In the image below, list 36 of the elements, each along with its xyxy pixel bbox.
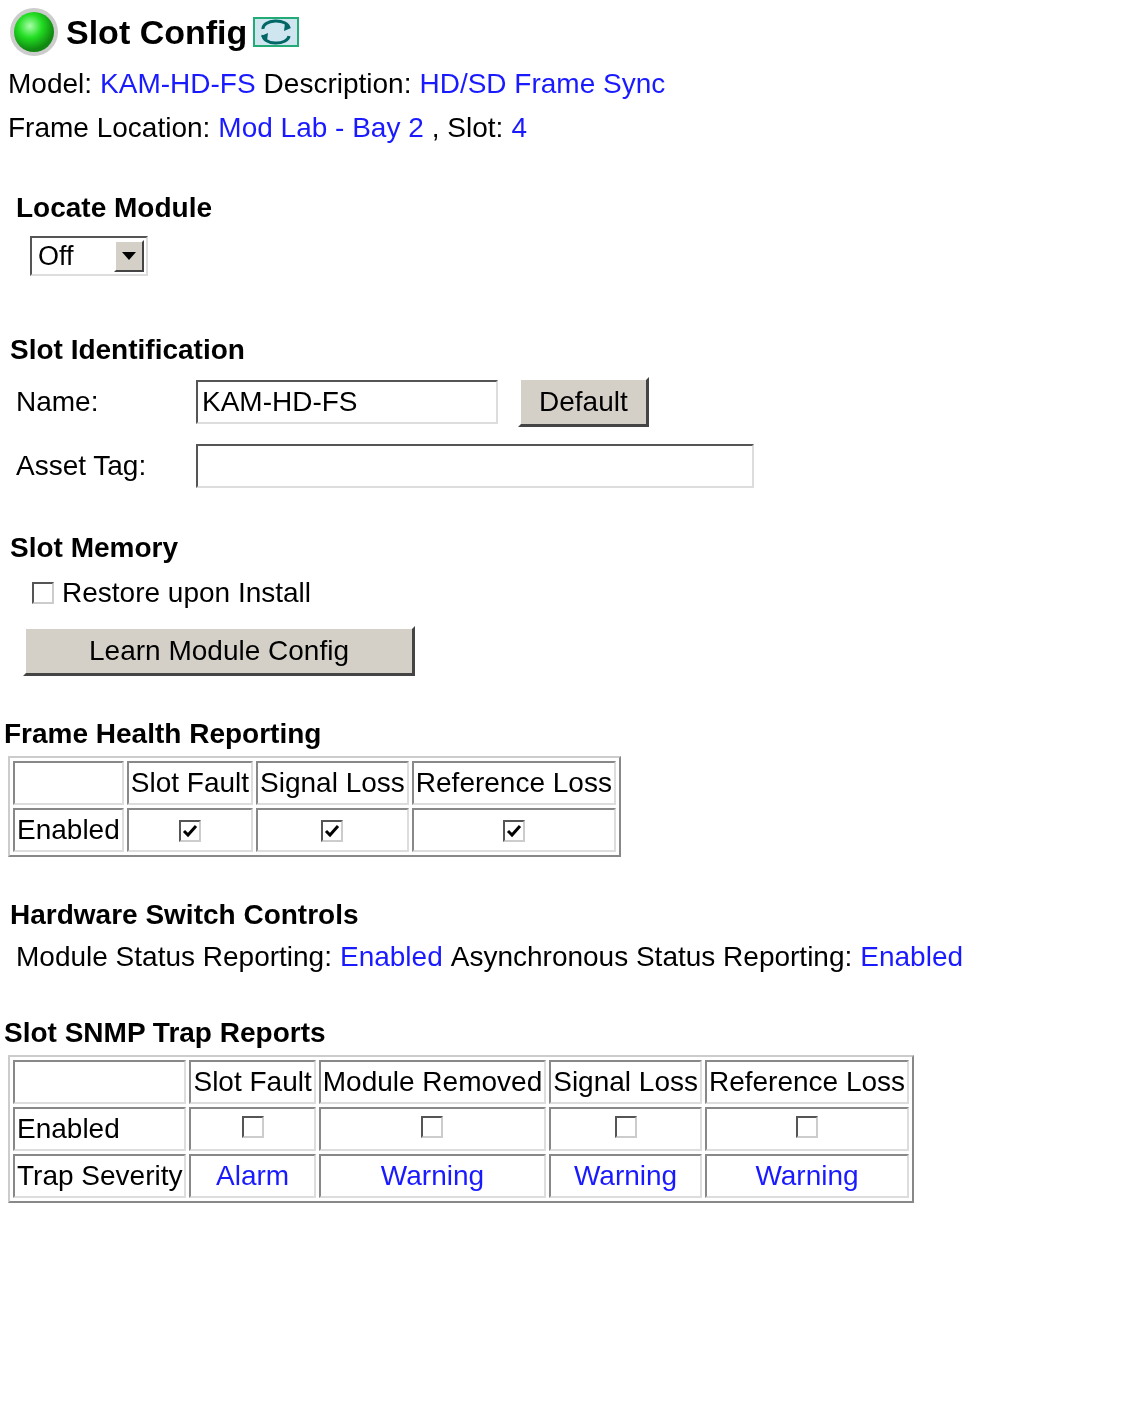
row-header: Trap Severity bbox=[13, 1154, 187, 1198]
section-heading: Slot Identification bbox=[10, 334, 245, 365]
field-label: Asset Tag: bbox=[16, 450, 148, 482]
info-label: Description: bbox=[263, 67, 412, 101]
status-label: Asynchronous Status Reporting: bbox=[450, 940, 853, 974]
section-heading: Slot Memory bbox=[10, 532, 179, 563]
column-header: Signal Loss bbox=[549, 1060, 702, 1104]
info-value[interactable]: 4 bbox=[511, 106, 527, 150]
status-value[interactable]: Enabled bbox=[339, 935, 443, 979]
info-label: , Slot: bbox=[431, 111, 504, 145]
field-label: Name: bbox=[16, 386, 100, 418]
section-heading: Hardware Switch Controls bbox=[10, 899, 359, 930]
checkbox-label: Restore upon Install bbox=[62, 577, 312, 609]
locate-select[interactable]: Off bbox=[30, 236, 148, 276]
section-heading: Frame Health Reporting bbox=[4, 718, 322, 749]
info-value[interactable]: Mod Lab - Bay 2 bbox=[218, 106, 424, 150]
column-header: Reference Loss bbox=[704, 1060, 910, 1104]
info-label: Frame Location: bbox=[8, 111, 211, 145]
column-header: Reference Loss bbox=[411, 761, 616, 805]
learn-config-button[interactable]: Learn Module Config bbox=[23, 626, 415, 676]
column-header: Module Removed bbox=[318, 1060, 547, 1104]
page-title: Slot Config bbox=[66, 12, 248, 52]
section-heading: Slot SNMP Trap Reports bbox=[4, 1017, 326, 1048]
column-header: Slot Fault bbox=[189, 1060, 316, 1104]
row-header: Enabled bbox=[13, 808, 124, 852]
info-label: Model: bbox=[8, 67, 93, 101]
column-header: Signal Loss bbox=[256, 761, 409, 805]
default-button[interactable]: Default bbox=[518, 377, 649, 427]
row-header: Enabled bbox=[13, 1107, 187, 1151]
column-header: Slot Fault bbox=[126, 761, 254, 805]
status-value[interactable]: Enabled bbox=[860, 935, 964, 979]
section-heading: Locate Module bbox=[16, 192, 212, 223]
status-label: Module Status Reporting: bbox=[16, 940, 332, 974]
info-value[interactable]: KAM-HD-FS bbox=[100, 62, 256, 106]
info-value[interactable]: HD/SD Frame Sync bbox=[419, 62, 666, 106]
text-field[interactable]: KAM-HD-FS bbox=[196, 380, 498, 424]
